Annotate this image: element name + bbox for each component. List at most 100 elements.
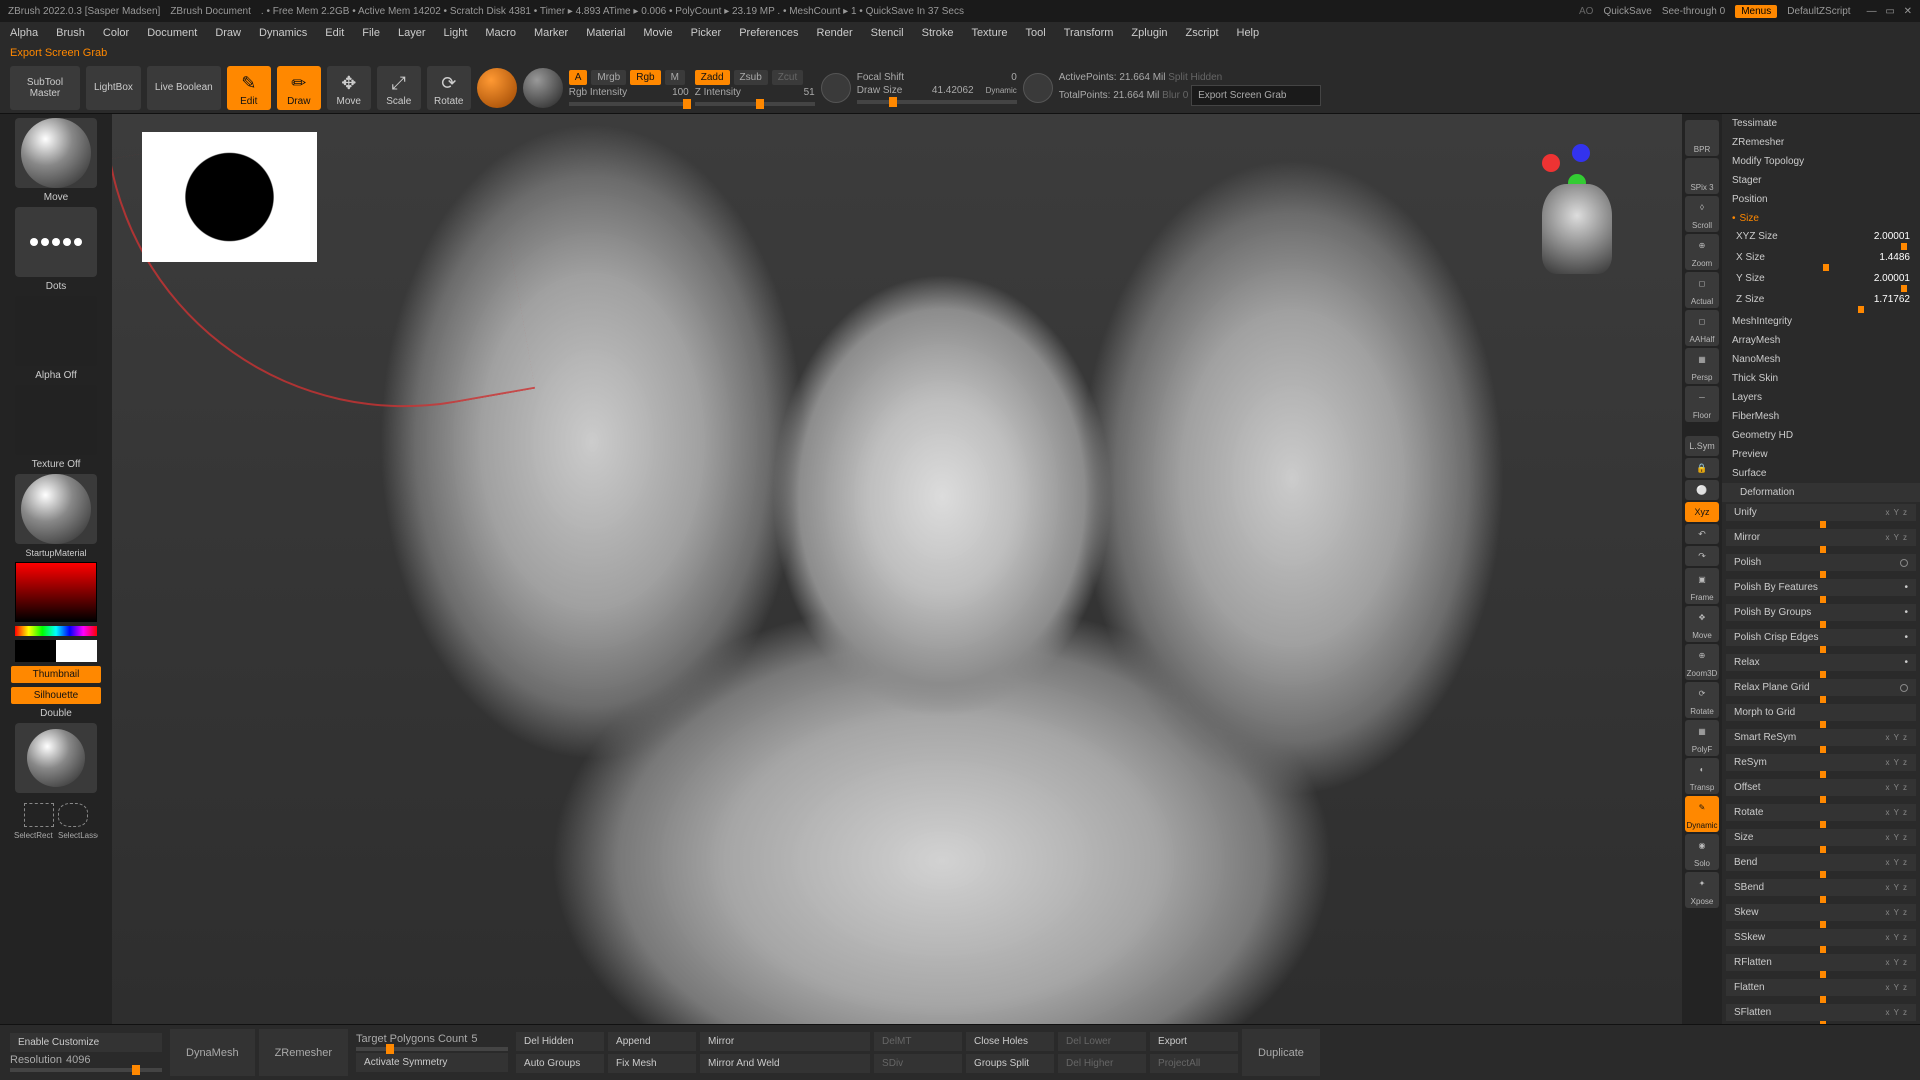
- persp-button[interactable]: ▦Persp: [1685, 348, 1719, 384]
- section-nanomesh[interactable]: NanoMesh: [1722, 350, 1920, 369]
- menu-movie[interactable]: Movie: [643, 27, 672, 39]
- sdiv-button[interactable]: SDiv: [874, 1054, 962, 1073]
- menu-document[interactable]: Document: [147, 27, 197, 39]
- menus-toggle[interactable]: Menus: [1735, 5, 1777, 18]
- a-chip[interactable]: A: [569, 70, 588, 85]
- camera-head-reference[interactable]: [1542, 184, 1612, 274]
- blur-button[interactable]: Blur 0: [1162, 90, 1188, 101]
- bw-swatches[interactable]: [15, 640, 97, 662]
- section-surface[interactable]: Surface: [1722, 464, 1920, 483]
- duplicate-button[interactable]: Duplicate: [1242, 1029, 1320, 1076]
- zadd-button[interactable]: Zadd: [695, 70, 730, 85]
- dynamic-icon[interactable]: [1023, 73, 1053, 103]
- deform-rotate[interactable]: Rotatex Y z: [1726, 804, 1916, 821]
- close-icon[interactable]: ✕: [1904, 6, 1912, 17]
- menu-preferences[interactable]: Preferences: [739, 27, 798, 39]
- mrgb-button[interactable]: Mrgb: [591, 70, 626, 85]
- section-stager[interactable]: Stager: [1722, 171, 1920, 190]
- quicksave-button[interactable]: QuickSave: [1603, 6, 1651, 17]
- deform-flatten[interactable]: Flattenx Y z: [1726, 979, 1916, 996]
- deform-size[interactable]: Sizex Y z: [1726, 829, 1916, 846]
- section-modify-topology[interactable]: Modify Topology: [1722, 152, 1920, 171]
- deform-unify[interactable]: Unifyx Y z: [1726, 504, 1916, 521]
- del-lower-button[interactable]: Del Lower: [1058, 1032, 1146, 1051]
- rgb-button[interactable]: Rgb: [630, 70, 660, 85]
- maximize-icon[interactable]: ▭: [1885, 6, 1894, 17]
- mirror-weld-button[interactable]: Mirror And Weld: [700, 1054, 870, 1073]
- scroll-button[interactable]: ◊Scroll: [1685, 196, 1719, 232]
- edit-mode-button[interactable]: ✎Edit: [227, 66, 271, 110]
- projectall-button[interactable]: ProjectAll: [1150, 1054, 1238, 1073]
- menu-file[interactable]: File: [362, 27, 380, 39]
- menu-marker[interactable]: Marker: [534, 27, 568, 39]
- section-preview[interactable]: Preview: [1722, 445, 1920, 464]
- section-zremesher[interactable]: ZRemesher: [1722, 133, 1920, 152]
- hue-strip[interactable]: [15, 626, 97, 636]
- menu-layer[interactable]: Layer: [398, 27, 426, 39]
- section-geometry-hd[interactable]: Geometry HD: [1722, 426, 1920, 445]
- deform-relax[interactable]: Relax•: [1726, 654, 1916, 671]
- section-fibermesh[interactable]: FiberMesh: [1722, 407, 1920, 426]
- select-rect-icon[interactable]: [24, 803, 54, 827]
- menu-tool[interactable]: Tool: [1026, 27, 1046, 39]
- dynamic-label[interactable]: Dynamic: [986, 86, 1017, 95]
- live-boolean-button[interactable]: Live Boolean: [147, 66, 221, 110]
- double-label[interactable]: Double: [40, 708, 72, 719]
- zscript-label[interactable]: DefaultZScript: [1787, 6, 1850, 17]
- activate-symmetry[interactable]: Activate Symmetry: [356, 1053, 508, 1072]
- zoom3d-button[interactable]: ⊕Zoom3D: [1685, 644, 1719, 680]
- xyz-button[interactable]: Xyz: [1685, 502, 1719, 522]
- m-button[interactable]: M: [665, 70, 685, 85]
- deform-rflatten[interactable]: RFlattenx Y z: [1726, 954, 1916, 971]
- move-button[interactable]: ✥Move: [1685, 606, 1719, 642]
- deform-polish-by-groups[interactable]: Polish By Groups•: [1726, 604, 1916, 621]
- material-sphere-a[interactable]: [477, 68, 517, 108]
- solo-button[interactable]: ◉Solo: [1685, 834, 1719, 870]
- zoom-button[interactable]: ⊕Zoom: [1685, 234, 1719, 270]
- move-mode-button[interactable]: ✥Move: [327, 66, 371, 110]
- menu-zscript[interactable]: Zscript: [1186, 27, 1219, 39]
- rgb-intensity-slider[interactable]: [569, 102, 689, 106]
- enable-customize[interactable]: Enable Customize: [10, 1033, 162, 1052]
- menu-macro[interactable]: Macro: [485, 27, 516, 39]
- deform-sflatten[interactable]: SFlattenx Y z: [1726, 1004, 1916, 1021]
- menu-brush[interactable]: Brush: [56, 27, 85, 39]
- deform-smart-resym[interactable]: Smart ReSymx Y z: [1726, 729, 1916, 746]
- aahalf-button[interactable]: ◻AAHalf: [1685, 310, 1719, 346]
- export-button[interactable]: Export: [1150, 1032, 1238, 1051]
- groups-split-button[interactable]: Groups Split: [966, 1054, 1054, 1073]
- section-arraymesh[interactable]: ArrayMesh: [1722, 331, 1920, 350]
- scale-mode-button[interactable]: ⤢Scale: [377, 66, 421, 110]
- menu-light[interactable]: Light: [444, 27, 468, 39]
- menu-help[interactable]: Help: [1237, 27, 1260, 39]
- deform-relax-plane-grid[interactable]: Relax Plane Grid: [1726, 679, 1916, 696]
- frame-button[interactable]: ▣Frame: [1685, 568, 1719, 604]
- zremesher-button[interactable]: ZRemesher: [259, 1029, 348, 1076]
- subtool-master-button[interactable]: SubTool Master: [10, 66, 80, 110]
- menu-zplugin[interactable]: Zplugin: [1131, 27, 1167, 39]
- menu-draw[interactable]: Draw: [215, 27, 241, 39]
- section-position[interactable]: Position: [1722, 190, 1920, 209]
- rotate-button[interactable]: ⟳Rotate: [1685, 682, 1719, 718]
- delmt-button[interactable]: DelMT: [874, 1032, 962, 1051]
- deform-offset[interactable]: Offsetx Y z: [1726, 779, 1916, 796]
- menu-render[interactable]: Render: [817, 27, 853, 39]
- thumbnail-button[interactable]: Thumbnail: [11, 666, 101, 683]
- lightbox-button[interactable]: LightBox: [86, 66, 141, 110]
- section-size[interactable]: Size: [1722, 209, 1920, 228]
- export-field[interactable]: Export Screen Grab: [1191, 85, 1321, 106]
- section-deformation[interactable]: Deformation: [1722, 483, 1920, 502]
- silhouette-button[interactable]: Silhouette: [11, 687, 101, 704]
- section-layers[interactable]: Layers: [1722, 388, 1920, 407]
- history-button[interactable]: ↷: [1685, 546, 1719, 566]
- z-intensity-slider[interactable]: [695, 102, 815, 106]
- material-sphere-b[interactable]: [523, 68, 563, 108]
- section-tessimate[interactable]: Tessimate: [1722, 114, 1920, 133]
- color-picker[interactable]: [15, 562, 97, 622]
- deform-bend[interactable]: Bendx Y z: [1726, 854, 1916, 871]
- resolution-slider[interactable]: [10, 1068, 162, 1072]
- dynamesh-button[interactable]: DynaMesh: [170, 1029, 255, 1076]
- menu-alpha[interactable]: Alpha: [10, 27, 38, 39]
- zcut-button[interactable]: Zcut: [772, 70, 803, 85]
- menu-transform[interactable]: Transform: [1064, 27, 1114, 39]
